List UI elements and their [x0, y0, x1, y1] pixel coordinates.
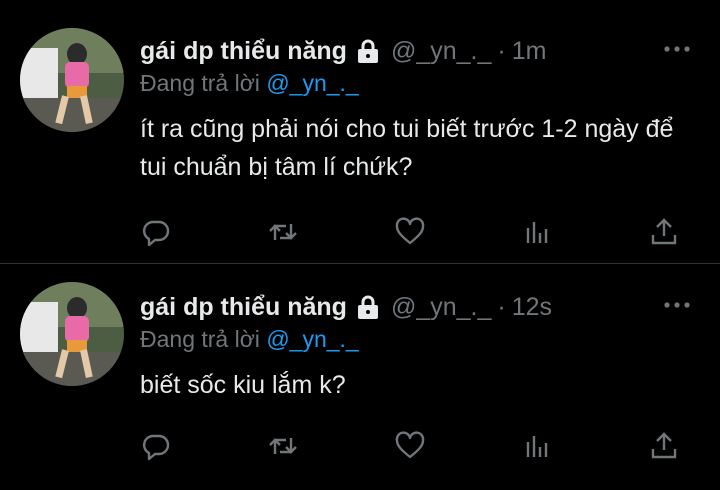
heart-icon[interactable] — [394, 216, 426, 248]
replying-mention[interactable]: @_yn_._ — [266, 326, 358, 352]
tweet[interactable]: gái dp thiểu năng @_yn_._ · 1m Đang trả … — [0, 0, 720, 264]
replying-to: Đang trả lời @_yn_._ — [140, 70, 700, 100]
avatar[interactable] — [20, 28, 124, 132]
more-icon[interactable] — [662, 42, 692, 56]
handle[interactable]: @_yn_._ — [391, 293, 491, 322]
tweet-content: gái dp thiểu năng @_yn_._ · 12s Đang trả… — [140, 290, 700, 404]
replying-mention[interactable]: @_yn_._ — [266, 70, 358, 96]
share-icon[interactable] — [648, 430, 680, 462]
replying-prefix: Đang trả lời — [140, 70, 260, 96]
display-name[interactable]: gái dp thiểu năng — [140, 37, 347, 66]
separator-dot: · — [497, 292, 506, 321]
avatar[interactable] — [20, 282, 124, 386]
tweet-text: ít ra cũng phải nói cho tui biết trước 1… — [140, 115, 674, 181]
views-icon[interactable] — [521, 430, 553, 462]
reply-icon[interactable] — [140, 430, 172, 462]
action-bar — [140, 216, 680, 248]
lock-icon — [355, 38, 381, 64]
lock-icon — [355, 294, 381, 320]
retweet-icon[interactable] — [267, 430, 299, 462]
more-icon[interactable] — [662, 298, 692, 312]
tweet-text: biết sốc kiu lắm k? — [140, 371, 346, 399]
handle[interactable]: @_yn_._ — [391, 37, 491, 66]
action-bar — [140, 430, 680, 462]
avatar-photo — [20, 28, 124, 132]
timestamp[interactable]: 12s — [512, 293, 552, 322]
timestamp[interactable]: 1m — [512, 37, 547, 66]
separator-dot: · — [497, 36, 506, 65]
tweet-header: gái dp thiểu năng @_yn_._ · 12s — [140, 290, 700, 324]
tweet-content: gái dp thiểu năng @_yn_._ · 1m Đang trả … — [140, 34, 700, 186]
replying-prefix: Đang trả lời — [140, 326, 260, 352]
retweet-icon[interactable] — [267, 216, 299, 248]
avatar-photo — [20, 282, 124, 386]
tweet[interactable]: gái dp thiểu năng @_yn_._ · 12s Đang trả… — [0, 264, 720, 490]
views-icon[interactable] — [521, 216, 553, 248]
share-icon[interactable] — [648, 216, 680, 248]
heart-icon[interactable] — [394, 430, 426, 462]
display-name[interactable]: gái dp thiểu năng — [140, 293, 347, 322]
reply-icon[interactable] — [140, 216, 172, 248]
tweet-header: gái dp thiểu năng @_yn_._ · 1m — [140, 34, 700, 68]
replying-to: Đang trả lời @_yn_._ — [140, 326, 700, 356]
